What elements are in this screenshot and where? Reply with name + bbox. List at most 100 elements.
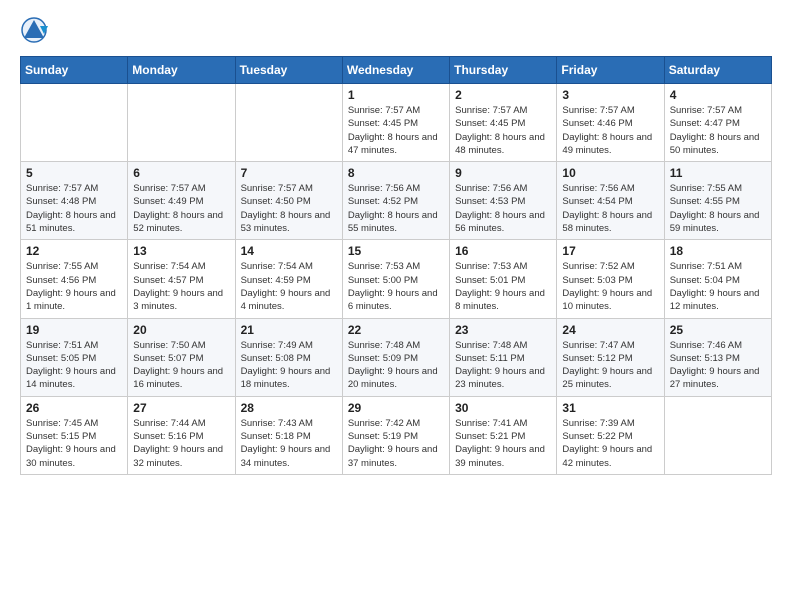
day-cell: 5 Sunrise: 7:57 AM Sunset: 4:48 PM Daylig… <box>21 162 128 240</box>
day-cell: 7 Sunrise: 7:57 AM Sunset: 4:50 PM Daylig… <box>235 162 342 240</box>
day-info: Sunrise: 7:48 AM Sunset: 5:11 PM Dayligh… <box>455 339 551 392</box>
day-info: Sunrise: 7:51 AM Sunset: 5:05 PM Dayligh… <box>26 339 122 392</box>
day-number: 23 <box>455 323 551 337</box>
weekday-header-thursday: Thursday <box>450 57 557 84</box>
weekday-header-sunday: Sunday <box>21 57 128 84</box>
day-cell <box>664 396 771 474</box>
day-number: 26 <box>26 401 122 415</box>
day-number: 4 <box>670 88 766 102</box>
day-cell: 15 Sunrise: 7:53 AM Sunset: 5:00 PM Dayli… <box>342 240 449 318</box>
day-cell: 20 Sunrise: 7:50 AM Sunset: 5:07 PM Dayli… <box>128 318 235 396</box>
day-number: 24 <box>562 323 658 337</box>
day-number: 22 <box>348 323 444 337</box>
day-cell: 3 Sunrise: 7:57 AM Sunset: 4:46 PM Daylig… <box>557 84 664 162</box>
day-info: Sunrise: 7:53 AM Sunset: 5:00 PM Dayligh… <box>348 260 444 313</box>
day-info: Sunrise: 7:57 AM Sunset: 4:45 PM Dayligh… <box>455 104 551 157</box>
day-number: 15 <box>348 244 444 258</box>
day-number: 28 <box>241 401 337 415</box>
day-cell <box>128 84 235 162</box>
day-info: Sunrise: 7:57 AM Sunset: 4:49 PM Dayligh… <box>133 182 229 235</box>
day-info: Sunrise: 7:52 AM Sunset: 5:03 PM Dayligh… <box>562 260 658 313</box>
day-info: Sunrise: 7:41 AM Sunset: 5:21 PM Dayligh… <box>455 417 551 470</box>
day-info: Sunrise: 7:55 AM Sunset: 4:55 PM Dayligh… <box>670 182 766 235</box>
day-info: Sunrise: 7:57 AM Sunset: 4:50 PM Dayligh… <box>241 182 337 235</box>
day-number: 2 <box>455 88 551 102</box>
calendar-body: 1 Sunrise: 7:57 AM Sunset: 4:45 PM Daylig… <box>21 84 772 475</box>
day-info: Sunrise: 7:50 AM Sunset: 5:07 PM Dayligh… <box>133 339 229 392</box>
day-cell: 14Sunrise: 7:54 AM Sunset: 4:59 PM Dayli… <box>235 240 342 318</box>
weekday-header-friday: Friday <box>557 57 664 84</box>
day-info: Sunrise: 7:56 AM Sunset: 4:53 PM Dayligh… <box>455 182 551 235</box>
day-info: Sunrise: 7:54 AM Sunset: 4:57 PM Dayligh… <box>133 260 229 313</box>
day-number: 21 <box>241 323 337 337</box>
day-number: 5 <box>26 166 122 180</box>
day-number: 17 <box>562 244 658 258</box>
day-cell: 9 Sunrise: 7:56 AM Sunset: 4:53 PM Daylig… <box>450 162 557 240</box>
day-number: 7 <box>241 166 337 180</box>
day-number: 31 <box>562 401 658 415</box>
day-info: Sunrise: 7:57 AM Sunset: 4:48 PM Dayligh… <box>26 182 122 235</box>
day-cell: 24 Sunrise: 7:47 AM Sunset: 5:12 PM Dayli… <box>557 318 664 396</box>
day-cell: 28 Sunrise: 7:43 AM Sunset: 5:18 PM Dayli… <box>235 396 342 474</box>
day-info: Sunrise: 7:57 AM Sunset: 4:47 PM Dayligh… <box>670 104 766 157</box>
day-info: Sunrise: 7:57 AM Sunset: 4:45 PM Dayligh… <box>348 104 444 157</box>
day-info: Sunrise: 7:46 AM Sunset: 5:13 PM Dayligh… <box>670 339 766 392</box>
day-info: Sunrise: 7:56 AM Sunset: 4:54 PM Dayligh… <box>562 182 658 235</box>
day-cell: 31 Sunrise: 7:39 AM Sunset: 5:22 PM Dayli… <box>557 396 664 474</box>
day-info: Sunrise: 7:44 AM Sunset: 5:16 PM Dayligh… <box>133 417 229 470</box>
day-number: 11 <box>670 166 766 180</box>
day-number: 20 <box>133 323 229 337</box>
day-info: Sunrise: 7:39 AM Sunset: 5:22 PM Dayligh… <box>562 417 658 470</box>
day-cell <box>21 84 128 162</box>
day-cell: 19 Sunrise: 7:51 AM Sunset: 5:05 PM Dayli… <box>21 318 128 396</box>
day-cell: 30 Sunrise: 7:41 AM Sunset: 5:21 PM Dayli… <box>450 396 557 474</box>
day-cell: 8 Sunrise: 7:56 AM Sunset: 4:52 PM Daylig… <box>342 162 449 240</box>
weekday-header-monday: Monday <box>128 57 235 84</box>
day-number: 6 <box>133 166 229 180</box>
week-row-3: 12Sunrise: 7:55 AM Sunset: 4:56 PM Dayli… <box>21 240 772 318</box>
week-row-5: 26Sunrise: 7:45 AM Sunset: 5:15 PM Dayli… <box>21 396 772 474</box>
week-row-4: 19 Sunrise: 7:51 AM Sunset: 5:05 PM Dayli… <box>21 318 772 396</box>
day-number: 13 <box>133 244 229 258</box>
day-number: 8 <box>348 166 444 180</box>
day-number: 10 <box>562 166 658 180</box>
day-info: Sunrise: 7:49 AM Sunset: 5:08 PM Dayligh… <box>241 339 337 392</box>
day-cell: 2 Sunrise: 7:57 AM Sunset: 4:45 PM Daylig… <box>450 84 557 162</box>
day-info: Sunrise: 7:43 AM Sunset: 5:18 PM Dayligh… <box>241 417 337 470</box>
day-number: 25 <box>670 323 766 337</box>
day-cell <box>235 84 342 162</box>
calendar-table: SundayMondayTuesdayWednesdayThursdayFrid… <box>20 56 772 475</box>
week-row-2: 5 Sunrise: 7:57 AM Sunset: 4:48 PM Daylig… <box>21 162 772 240</box>
week-row-1: 1 Sunrise: 7:57 AM Sunset: 4:45 PM Daylig… <box>21 84 772 162</box>
day-cell: 23 Sunrise: 7:48 AM Sunset: 5:11 PM Dayli… <box>450 318 557 396</box>
day-info: Sunrise: 7:42 AM Sunset: 5:19 PM Dayligh… <box>348 417 444 470</box>
day-number: 19 <box>26 323 122 337</box>
day-number: 30 <box>455 401 551 415</box>
day-cell: 17 Sunrise: 7:52 AM Sunset: 5:03 PM Dayli… <box>557 240 664 318</box>
day-cell: 12Sunrise: 7:55 AM Sunset: 4:56 PM Dayli… <box>21 240 128 318</box>
header <box>20 16 772 44</box>
day-number: 16 <box>455 244 551 258</box>
day-info: Sunrise: 7:57 AM Sunset: 4:46 PM Dayligh… <box>562 104 658 157</box>
calendar-header: SundayMondayTuesdayWednesdayThursdayFrid… <box>21 57 772 84</box>
day-info: Sunrise: 7:56 AM Sunset: 4:52 PM Dayligh… <box>348 182 444 235</box>
day-number: 1 <box>348 88 444 102</box>
day-number: 3 <box>562 88 658 102</box>
day-cell: 13 Sunrise: 7:54 AM Sunset: 4:57 PM Dayli… <box>128 240 235 318</box>
day-cell: 1 Sunrise: 7:57 AM Sunset: 4:45 PM Daylig… <box>342 84 449 162</box>
day-cell: 18Sunrise: 7:51 AM Sunset: 5:04 PM Dayli… <box>664 240 771 318</box>
day-number: 27 <box>133 401 229 415</box>
day-cell: 21 Sunrise: 7:49 AM Sunset: 5:08 PM Dayli… <box>235 318 342 396</box>
day-info: Sunrise: 7:47 AM Sunset: 5:12 PM Dayligh… <box>562 339 658 392</box>
day-cell: 4 Sunrise: 7:57 AM Sunset: 4:47 PM Daylig… <box>664 84 771 162</box>
day-cell: 27 Sunrise: 7:44 AM Sunset: 5:16 PM Dayli… <box>128 396 235 474</box>
day-cell: 6 Sunrise: 7:57 AM Sunset: 4:49 PM Daylig… <box>128 162 235 240</box>
day-cell: 22Sunrise: 7:48 AM Sunset: 5:09 PM Dayli… <box>342 318 449 396</box>
day-info: Sunrise: 7:53 AM Sunset: 5:01 PM Dayligh… <box>455 260 551 313</box>
logo-icon <box>20 16 48 44</box>
day-number: 14 <box>241 244 337 258</box>
day-cell: 10 Sunrise: 7:56 AM Sunset: 4:54 PM Dayli… <box>557 162 664 240</box>
weekday-header-tuesday: Tuesday <box>235 57 342 84</box>
day-number: 9 <box>455 166 551 180</box>
logo-area <box>20 16 52 44</box>
